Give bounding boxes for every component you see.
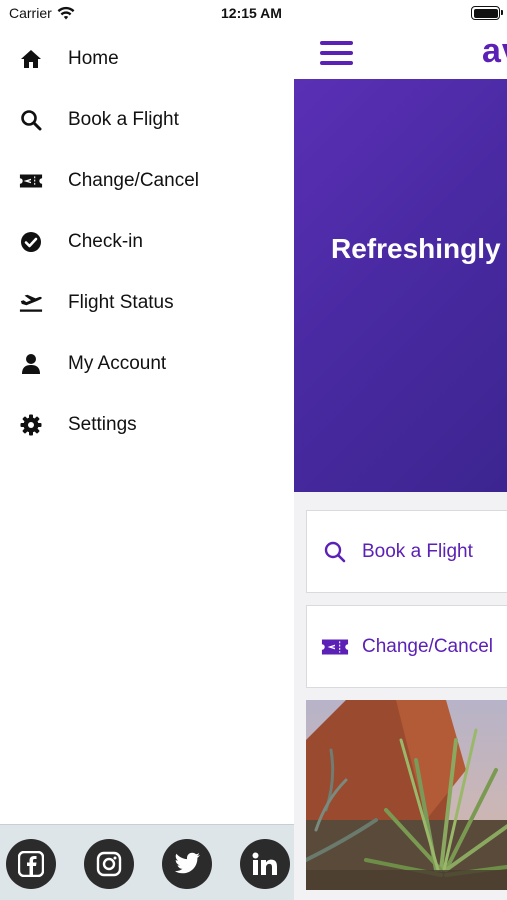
check-circle-icon bbox=[19, 230, 43, 254]
menu-item-book-flight[interactable]: Book a Flight bbox=[0, 89, 294, 150]
twitter-button[interactable] bbox=[162, 839, 212, 889]
home-screen: av Refreshingly Book a Flight Change/Can… bbox=[294, 0, 507, 900]
plane-departure-icon bbox=[19, 291, 43, 315]
search-icon bbox=[19, 108, 43, 132]
gear-icon bbox=[19, 413, 43, 437]
wifi-icon bbox=[57, 6, 75, 20]
status-bar: Carrier 12:15 AM bbox=[0, 0, 507, 28]
menu-item-settings[interactable]: Settings bbox=[0, 394, 294, 455]
change-cancel-card-label: Change/Cancel bbox=[362, 635, 493, 657]
hero-banner: Refreshingly bbox=[294, 79, 507, 492]
menu-item-label: Flight Status bbox=[68, 291, 174, 313]
menu-item-my-account[interactable]: My Account bbox=[0, 333, 294, 394]
hero-headline: Refreshingly bbox=[331, 233, 501, 264]
destination-photo bbox=[306, 700, 507, 890]
home-icon bbox=[19, 47, 43, 71]
menu-item-label: Check-in bbox=[68, 230, 143, 252]
instagram-button[interactable] bbox=[84, 839, 134, 889]
book-flight-card[interactable]: Book a Flight bbox=[306, 510, 507, 593]
facebook-icon bbox=[18, 851, 44, 877]
linkedin-icon bbox=[252, 852, 277, 875]
change-cancel-card[interactable]: Change/Cancel bbox=[306, 605, 507, 688]
linkedin-button[interactable] bbox=[240, 839, 290, 889]
user-icon bbox=[19, 352, 43, 376]
ticket-icon bbox=[321, 633, 349, 661]
instagram-icon bbox=[96, 851, 122, 877]
hamburger-menu-button[interactable] bbox=[320, 41, 353, 66]
brand-logo: av bbox=[482, 32, 507, 70]
side-drawer: Home Book a Flight Change/Cancel Check-i… bbox=[0, 28, 294, 900]
menu-item-label: Settings bbox=[68, 413, 137, 435]
social-links-bar bbox=[0, 824, 294, 900]
app-header: av bbox=[294, 28, 507, 79]
carrier-label: Carrier bbox=[9, 5, 52, 21]
menu-item-label: Book a Flight bbox=[68, 108, 179, 130]
facebook-button[interactable] bbox=[6, 839, 56, 889]
menu-item-label: Change/Cancel bbox=[68, 169, 199, 191]
book-flight-card-label: Book a Flight bbox=[362, 540, 473, 562]
carrier-indicator: Carrier bbox=[9, 5, 75, 21]
menu-item-flight-status[interactable]: Flight Status bbox=[0, 272, 294, 333]
twitter-icon bbox=[174, 852, 200, 874]
search-icon bbox=[321, 538, 349, 566]
status-time: 12:15 AM bbox=[221, 5, 282, 21]
menu-item-home[interactable]: Home bbox=[0, 28, 294, 89]
battery-icon bbox=[471, 6, 503, 20]
ticket-icon bbox=[19, 169, 43, 193]
menu-item-check-in[interactable]: Check-in bbox=[0, 211, 294, 272]
menu-item-label: Home bbox=[68, 47, 119, 69]
menu-item-change-cancel[interactable]: Change/Cancel bbox=[0, 150, 294, 211]
menu-item-label: My Account bbox=[68, 352, 167, 374]
